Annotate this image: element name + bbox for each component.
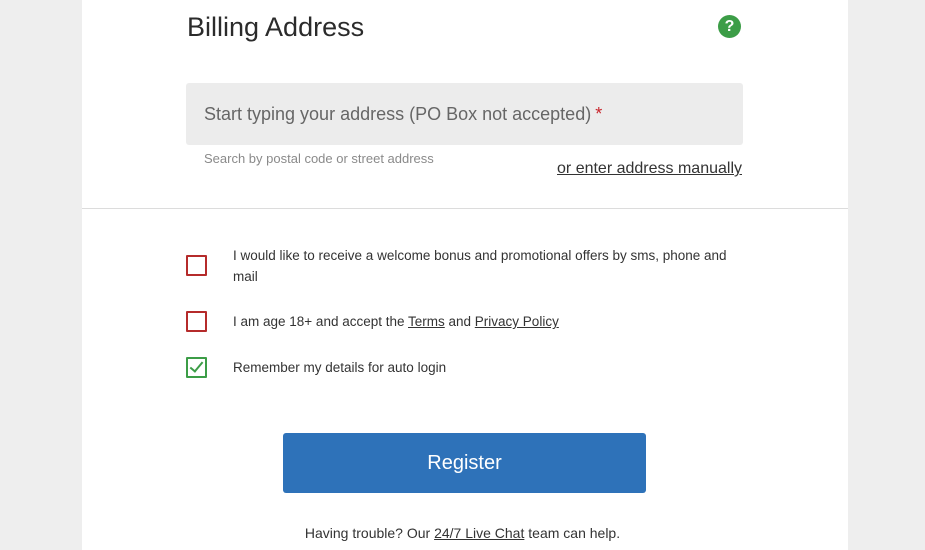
help-footer-suffix: team can help. [524,525,621,541]
required-asterisk: * [595,104,603,124]
age-terms-checkbox[interactable] [186,311,207,332]
section-divider [82,208,848,209]
address-placeholder: Start typing your address (PO Box not ac… [204,103,602,125]
address-search-input[interactable]: Start typing your address (PO Box not ac… [186,83,743,145]
age-terms-and: and [444,314,475,329]
section-title: Billing Address [187,12,365,42]
address-placeholder-text: Start typing your address (PO Box not ac… [204,104,592,124]
promo-checkbox[interactable] [186,255,207,276]
question-mark-icon[interactable]: ? [718,15,741,38]
age-terms-prefix: I am age 18+ and accept the [233,314,409,329]
enter-address-manually-link[interactable]: or enter address manually [557,160,742,178]
promo-checkbox-label: I would like to receive a welcome bonus … [233,248,727,284]
help-footer: Having trouble? Our 24/7 Live Chat team … [0,525,925,541]
help-footer-prefix: Having trouble? Our [304,525,435,541]
register-button[interactable]: Register [283,433,646,493]
privacy-policy-link[interactable]: Privacy Policy [475,314,559,329]
remember-me-checkbox[interactable] [186,357,207,378]
terms-link[interactable]: Terms [408,314,445,329]
address-hint: Search by postal code or street address [204,151,434,166]
remember-me-label: Remember my details for auto login [233,360,447,375]
checkmark-icon [189,358,204,373]
age-terms-label: I am age 18+ and accept the Terms and Pr… [233,311,743,332]
live-chat-link[interactable]: 24/7 Live Chat [434,525,524,541]
